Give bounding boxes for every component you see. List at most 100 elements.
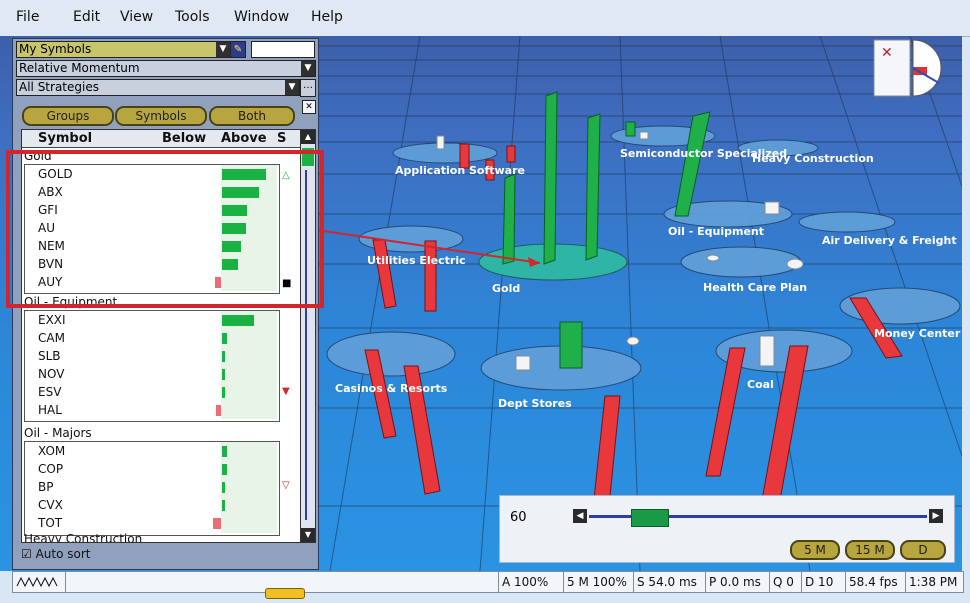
resize-handle[interactable] bbox=[265, 588, 305, 599]
label-casinos: Casinos & Resorts bbox=[335, 382, 448, 395]
status-p: P 0.0 ms bbox=[705, 572, 769, 592]
menu-tools[interactable]: Tools bbox=[175, 9, 210, 25]
chevron-down-icon[interactable]: ▼ bbox=[216, 42, 230, 57]
close-icon[interactable]: ✕ bbox=[302, 100, 316, 114]
below-bar bbox=[216, 405, 221, 416]
table-row[interactable]: ESV bbox=[22, 384, 302, 402]
status-d: D 10 bbox=[801, 572, 845, 592]
chevron-down-icon[interactable]: ▼ bbox=[285, 80, 299, 95]
slider-left-icon[interactable]: ◀ bbox=[573, 509, 587, 523]
above-bar bbox=[222, 500, 225, 511]
menu-bar: File Edit View Tools Window Help bbox=[0, 0, 970, 37]
menu-view[interactable]: View bbox=[120, 9, 153, 25]
status-a: A 100% bbox=[498, 572, 563, 592]
time-value: 60 bbox=[510, 510, 527, 525]
label-oil-equipment: Oil - Equipment bbox=[668, 225, 764, 238]
label-gold: Gold bbox=[492, 282, 520, 295]
col-below[interactable]: Below bbox=[162, 130, 206, 147]
table-row[interactable]: COP bbox=[22, 461, 302, 479]
indicator-value: Relative Momentum bbox=[19, 61, 140, 75]
status-m: 5 M 100% bbox=[563, 572, 633, 592]
svg-text:Application Software: Application Software bbox=[395, 164, 525, 177]
symbol-list-value: My Symbols bbox=[19, 42, 92, 56]
table-row[interactable]: XOM bbox=[22, 443, 302, 461]
scroll-down-icon[interactable]: ▼ bbox=[301, 528, 315, 542]
time-panel: 60 ◀ ▶ 5 M 15 M D bbox=[499, 495, 955, 563]
svg-text:Casinos & Resorts: Casinos & Resorts bbox=[335, 382, 448, 395]
strategy-combo[interactable]: All Strategies ▼ bbox=[16, 79, 300, 96]
chevron-down-icon[interactable]: ▼ bbox=[301, 61, 315, 76]
above-bar bbox=[222, 387, 225, 398]
status-time: 1:38 PM bbox=[905, 572, 963, 592]
above-bar bbox=[222, 333, 227, 344]
label-utilities: Utilities Electric bbox=[367, 254, 466, 267]
edit-icon[interactable]: ✎ bbox=[230, 41, 246, 58]
triangle-down-icon: ▼ bbox=[282, 386, 290, 397]
view-indicator-widget[interactable]: ✕ bbox=[873, 39, 956, 99]
symbol-cell: ESV bbox=[38, 385, 62, 399]
above-bar bbox=[222, 369, 225, 380]
auto-sort-row[interactable]: ☑ Auto sort bbox=[21, 547, 91, 561]
interval-15m-button[interactable]: 15 M bbox=[845, 540, 895, 560]
label-health-care: Health Care Plan bbox=[703, 281, 807, 294]
below-bar bbox=[213, 518, 221, 529]
auto-sort-label: Auto sort bbox=[35, 547, 91, 561]
strategy-value: All Strategies bbox=[19, 80, 99, 94]
scroll-up-icon[interactable]: ▲ bbox=[301, 130, 315, 144]
more-icon[interactable]: … bbox=[300, 79, 316, 97]
status-blank bbox=[65, 572, 440, 592]
status-bar: A 100% 5 M 100% S 54.0 ms P 0.0 ms Q 0 D… bbox=[12, 571, 964, 593]
table-row[interactable]: CVX bbox=[22, 497, 302, 515]
checkbox-icon[interactable]: ☑ bbox=[21, 547, 32, 561]
table-row[interactable]: CAM bbox=[22, 330, 302, 348]
group-oil-majors-label[interactable]: Oil - Majors bbox=[24, 426, 92, 440]
col-above[interactable]: Above bbox=[221, 130, 267, 147]
table-row[interactable]: HAL bbox=[22, 402, 302, 420]
symbol-search-input[interactable] bbox=[251, 41, 315, 58]
time-slider[interactable]: ◀ ▶ bbox=[573, 509, 943, 527]
svg-text:✕: ✕ bbox=[881, 45, 893, 61]
indicator-combo[interactable]: Relative Momentum ▼ bbox=[16, 60, 316, 77]
symbol-cell: HAL bbox=[38, 403, 62, 417]
label-app-software: Application Software bbox=[395, 164, 525, 177]
status-fps: 58.4 fps bbox=[845, 572, 905, 592]
slider-right-icon[interactable]: ▶ bbox=[929, 509, 943, 523]
symbol-cell: BP bbox=[38, 480, 54, 494]
symbols-button[interactable]: Symbols bbox=[115, 106, 207, 126]
table-row[interactable]: NOV bbox=[22, 366, 302, 384]
slider-thumb[interactable] bbox=[631, 509, 669, 527]
svg-text:Oil - Equipment: Oil - Equipment bbox=[668, 225, 764, 238]
compass-icon: ✕ bbox=[873, 39, 942, 97]
label-air-delivery: Air Delivery & Freight bbox=[822, 234, 957, 247]
groups-button[interactable]: Groups bbox=[22, 106, 114, 126]
svg-text:Money Center Banks: Money Center Banks bbox=[874, 327, 962, 340]
waveform-icon bbox=[16, 576, 58, 588]
symbol-cell: COP bbox=[38, 462, 64, 476]
symbol-list-combo[interactable]: My Symbols ▼ bbox=[16, 41, 231, 58]
interval-5m-button[interactable]: 5 M bbox=[790, 540, 840, 560]
table-row[interactable]: BP bbox=[22, 479, 302, 497]
interval-d-button[interactable]: D bbox=[900, 540, 946, 560]
col-symbol[interactable]: Symbol bbox=[38, 130, 92, 147]
symbol-cell: CVX bbox=[38, 498, 63, 512]
triangle-down-outline-icon: ▽ bbox=[282, 480, 290, 491]
symbol-cell: SLB bbox=[38, 349, 61, 363]
label-money-center: Money Center Banks bbox=[874, 327, 962, 340]
svg-text:Utilities Electric: Utilities Electric bbox=[367, 254, 466, 267]
both-button[interactable]: Both bbox=[209, 106, 295, 126]
above-bar bbox=[222, 482, 225, 493]
table-row[interactable]: SLB bbox=[22, 348, 302, 366]
menu-file[interactable]: File bbox=[16, 9, 39, 25]
col-s[interactable]: S bbox=[277, 130, 286, 147]
group-heavy-label[interactable]: Heavy Construction bbox=[24, 532, 142, 542]
menu-help[interactable]: Help bbox=[311, 9, 343, 25]
table-row[interactable]: TOT bbox=[22, 515, 302, 533]
label-dept-stores: Dept Stores bbox=[498, 397, 572, 410]
menu-edit[interactable]: Edit bbox=[73, 9, 100, 25]
svg-text:Gold: Gold bbox=[492, 282, 520, 295]
above-bar bbox=[222, 315, 254, 326]
label-coal: Coal bbox=[747, 378, 774, 391]
menu-window[interactable]: Window bbox=[234, 9, 289, 25]
svg-text:Heavy Construction: Heavy Construction bbox=[752, 152, 874, 165]
table-row[interactable]: EXXI bbox=[22, 312, 302, 330]
